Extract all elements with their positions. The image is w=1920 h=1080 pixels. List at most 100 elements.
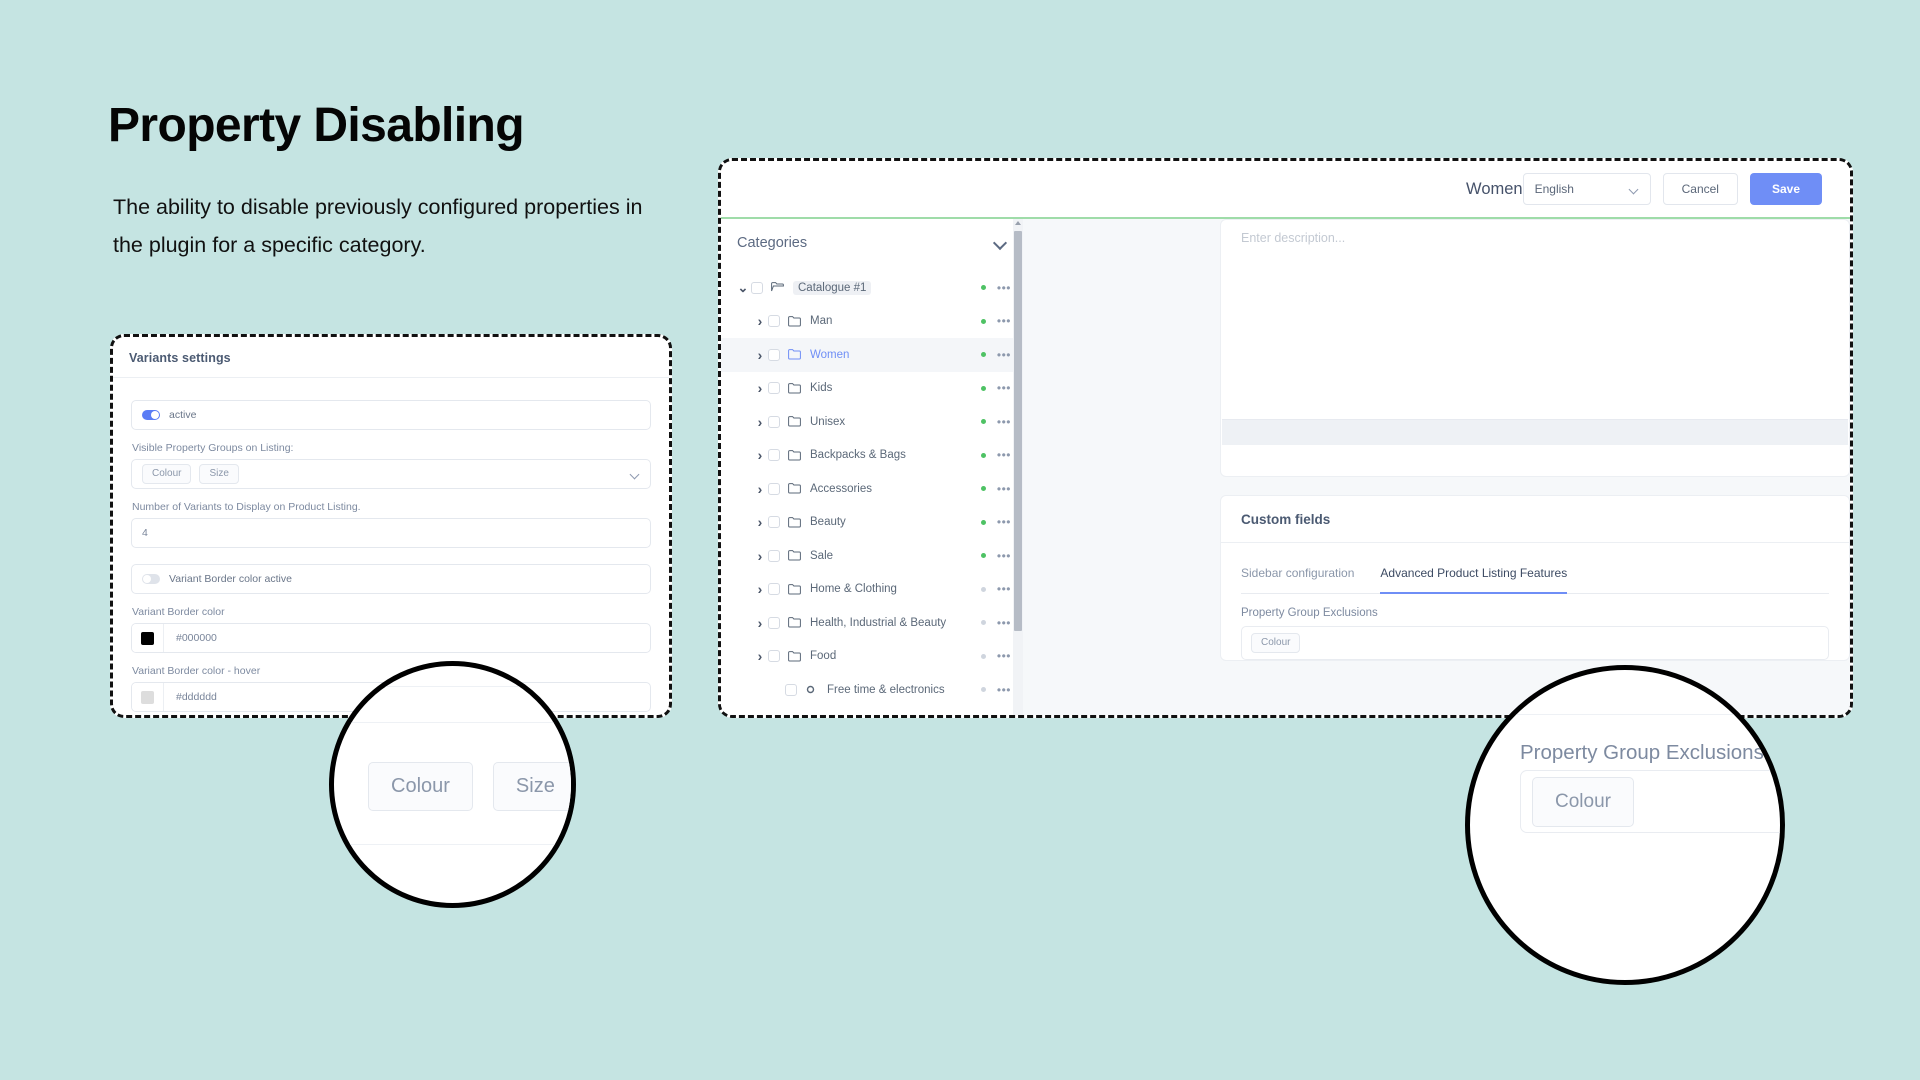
category-editor-window: Women English Cancel Save Categories ⌄ Ca… [718,158,1853,718]
chevron-right-icon[interactable]: › [752,514,768,530]
chevron-down-icon[interactable]: ⌄ [735,280,751,296]
chevron-right-icon[interactable]: › [752,347,768,363]
exclusion-pill-colour[interactable]: Colour [1251,633,1301,653]
chevron-right-icon[interactable]: › [752,447,768,463]
chevron-down-icon[interactable] [631,470,640,479]
ellipsis-icon[interactable]: ••• [997,483,1011,495]
folder-icon [788,483,803,494]
row-checkbox[interactable] [768,482,780,495]
tree-row[interactable]: › Kids ••• [721,372,1023,406]
description-card[interactable]: Enter description... [1220,219,1850,477]
variant-count-input[interactable]: 4 [131,518,651,548]
status-dot [980,519,986,525]
ellipsis-icon[interactable]: ••• [997,315,1011,327]
ellipsis-icon[interactable]: ••• [997,416,1011,428]
row-checkbox[interactable] [768,549,780,562]
visible-groups-label: Visible Property Groups on Listing: [132,442,294,454]
language-select[interactable]: English [1522,173,1651,205]
folder-icon [788,349,803,360]
chevron-right-icon[interactable]: › [752,380,768,396]
color-swatch [141,631,154,645]
tab-advanced-product-listing-features[interactable]: Advanced Product Listing Features [1380,566,1567,593]
border-color-toggle[interactable] [142,574,160,584]
tree-row-label: Beauty [810,516,846,529]
cancel-button[interactable]: Cancel [1662,173,1738,205]
row-checkbox[interactable] [768,382,780,395]
circle-node-icon [805,684,820,695]
row-checkbox[interactable] [768,650,780,663]
ellipsis-icon[interactable]: ••• [997,382,1011,394]
chevron-right-icon[interactable]: › [752,414,768,430]
border-color-hover-value: #dddddd [176,691,217,703]
tree-row[interactable]: › Food ••• [721,640,1023,674]
tree-row[interactable]: › Home & Clothing ••• [721,573,1023,607]
tree-row[interactable]: › Backpacks & Bags ••• [721,439,1023,473]
tree-row[interactable]: › Unisex ••• [721,405,1023,439]
color-swatch-button[interactable] [132,624,164,652]
chevron-right-icon[interactable]: › [752,548,768,564]
property-pill-size[interactable]: Size [199,464,239,484]
chevron-down-icon[interactable] [994,237,1007,250]
page-subtitle: The ability to disable previously config… [113,195,643,257]
chevron-right-icon[interactable]: › [752,581,768,597]
folder-open-icon [771,282,786,293]
magnifier-property-group-exclusions: Property Group Exclusions Colour [1465,665,1785,985]
ellipsis-icon[interactable]: ••• [997,550,1011,562]
tree-row[interactable]: › Health, Industrial & Beauty ••• [721,606,1023,640]
tree-row[interactable]: › Beauty ••• [721,506,1023,540]
chevron-right-icon[interactable]: › [752,648,768,664]
border-toggle-row[interactable]: Variant Border color active [131,564,651,594]
scroll-up-icon[interactable] [1015,221,1021,225]
row-checkbox[interactable] [768,583,780,596]
tree-row[interactable]: › Sale ••• [721,539,1023,573]
property-pill-colour[interactable]: Colour [142,464,192,484]
ellipsis-icon[interactable]: ••• [997,349,1011,361]
border-color-field[interactable]: #000000 [131,623,651,653]
tab-sidebar-configuration[interactable]: Sidebar configuration [1241,566,1354,593]
save-button[interactable]: Save [1749,173,1822,205]
description-toolbar [1222,419,1848,445]
visible-groups-select[interactable]: Colour Size [131,459,651,489]
row-checkbox[interactable] [785,683,797,696]
ellipsis-icon[interactable]: ••• [997,684,1011,696]
tree-row[interactable]: ⌄ Catalogue #1 ••• [721,271,1023,305]
folder-icon [788,650,803,662]
tree-row[interactable]: › Man ••• [721,305,1023,339]
status-dot [980,553,986,559]
active-toggle-row[interactable]: active [131,400,651,430]
status-dot [980,419,986,425]
magnified-exclusions-box: Colour [1520,770,1780,833]
tree-row[interactable]: › Accessories ••• [721,472,1023,506]
custom-fields-card: Custom fields Sidebar configuration Adva… [1220,495,1850,661]
row-checkbox[interactable] [768,516,780,529]
ellipsis-icon[interactable]: ••• [997,617,1011,629]
status-dot [980,452,986,458]
ellipsis-icon[interactable]: ••• [997,282,1011,294]
ellipsis-icon[interactable]: ••• [997,650,1011,662]
row-checkbox[interactable] [768,315,780,328]
scrollbar-thumb[interactable] [1014,231,1022,631]
row-checkbox[interactable] [768,449,780,462]
ellipsis-icon[interactable]: ••• [997,583,1011,595]
property-group-exclusions-field[interactable]: Colour [1241,626,1829,660]
magnifier-visible-property-groups: Colour Size [329,661,576,908]
chevron-right-icon[interactable]: › [752,313,768,329]
color-swatch-hover-button[interactable] [132,683,164,711]
ellipsis-icon[interactable]: ••• [997,449,1011,461]
chevron-down-icon[interactable] [1630,185,1639,194]
status-dot [980,620,986,626]
folder-icon [788,516,803,528]
tree-scrollbar[interactable] [1013,219,1023,715]
row-checkbox[interactable] [768,616,780,629]
active-toggle[interactable] [142,410,160,420]
row-checkbox[interactable] [751,281,763,294]
row-checkbox[interactable] [768,415,780,428]
ellipsis-icon[interactable]: ••• [997,516,1011,528]
chevron-right-icon[interactable]: › [752,615,768,631]
editor-right-column: Enter description... Custom fields Sideb… [1220,219,1850,715]
tree-row[interactable]: › Women ••• [721,338,1023,372]
categories-header[interactable]: Categories [721,219,1023,263]
chevron-right-icon[interactable]: › [752,481,768,497]
row-checkbox[interactable] [768,348,780,361]
tree-row[interactable]: Free time & electronics ••• [721,673,1023,707]
